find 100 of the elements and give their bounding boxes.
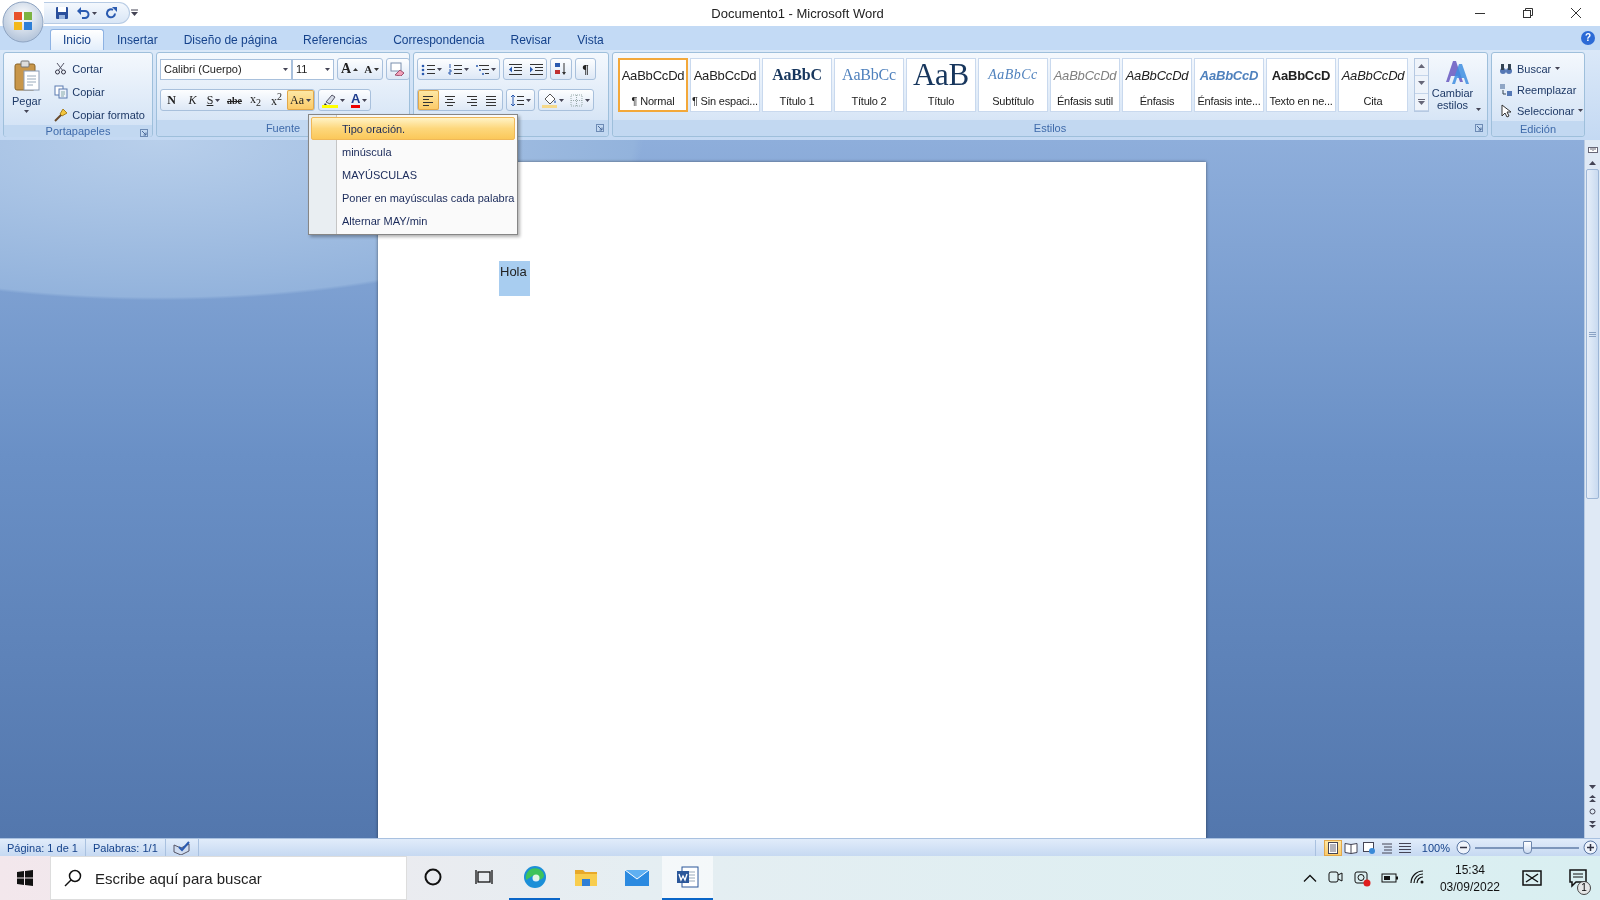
menu-item[interactable]: minúscula: [311, 140, 515, 163]
binoculars-icon: [1499, 61, 1513, 76]
scroll-down-button[interactable]: [1589, 783, 1596, 791]
style-gallery-item[interactable]: AaBbCc Título 2: [834, 58, 904, 112]
style-gallery-item[interactable]: AaBbCcDd ¶ Normal: [618, 58, 688, 112]
menu-item[interactable]: Poner en mayúsculas cada palabra: [311, 186, 515, 209]
redo-button[interactable]: [103, 5, 119, 21]
scissors-icon: [54, 61, 69, 76]
clock-time: 15:34: [1454, 862, 1485, 877]
help-button[interactable]: ?: [1581, 31, 1595, 45]
ribbon-tab[interactable]: Correspondencia: [380, 29, 498, 50]
font-size-field[interactable]: 11: [292, 58, 334, 80]
style-gallery-item[interactable]: AaBbCcDd Énfasis sutil: [1050, 58, 1120, 112]
caret-icon: [340, 98, 345, 102]
zoom-in-button[interactable]: [1583, 840, 1598, 855]
style-gallery-item[interactable]: AaBbCcDd Cita: [1338, 58, 1408, 112]
windows-logo-icon: [17, 870, 33, 886]
format-button[interactable]: K: [182, 90, 203, 110]
clipboard-action[interactable]: Cortar: [50, 58, 149, 79]
notifications-button[interactable]: 1: [1556, 856, 1600, 900]
up-arrow-icon: [1418, 64, 1425, 71]
menu-item[interactable]: Tipo oración.: [311, 117, 515, 140]
show-formatting-button[interactable]: ¶: [575, 58, 596, 80]
shrink-font-button[interactable]: A: [361, 59, 383, 79]
proofing-button[interactable]: [172, 840, 191, 855]
save-icon: [55, 6, 69, 20]
format-button[interactable]: Aa: [287, 90, 314, 110]
menu-item[interactable]: Alternar MAY/min: [311, 209, 515, 232]
document-icon: [674, 864, 701, 890]
copy-icon: [54, 84, 69, 99]
previous-page-button[interactable]: [1589, 793, 1596, 804]
view-button[interactable]: [1323, 839, 1342, 856]
caret-icon: [437, 67, 442, 71]
undo-icon: [76, 6, 90, 20]
scroll-up-button[interactable]: [1589, 159, 1596, 167]
double-down-arrow-icon: [1589, 821, 1596, 828]
save-button[interactable]: [54, 5, 70, 21]
undo-button[interactable]: [75, 5, 98, 21]
caret-icon: [131, 9, 138, 17]
style-gallery-item[interactable]: AaBbCcDd ¶ Sin espaci...: [690, 58, 760, 112]
ribbon-tab[interactable]: Revisar: [497, 29, 565, 50]
format-button[interactable]: N: [161, 90, 182, 110]
document-text: Hola: [499, 261, 530, 296]
ribbon-tab[interactable]: Inicio: [50, 29, 104, 50]
sort-icon: [554, 62, 568, 76]
window-title: Documento1 - Microsoft Word: [710, 5, 885, 21]
editing-action[interactable]: Seleccionar: [1495, 100, 1588, 121]
reading-view-icon: [1343, 840, 1358, 855]
menu-item[interactable]: MAYÚSCULAS: [311, 163, 515, 186]
ribbon-tab[interactable]: Insertar: [104, 29, 171, 50]
grow-font-button[interactable]: A: [338, 59, 362, 79]
circle-icon: [423, 868, 442, 886]
caret-icon: [283, 67, 288, 71]
style-gallery-item[interactable]: AaBbCcD Texto en ne...: [1266, 58, 1336, 112]
browse-object-button[interactable]: [1589, 806, 1596, 817]
change-styles-button[interactable]: Cambiar estilos: [1431, 58, 1481, 120]
taskbar-clock[interactable]: 15:34 03/09/2022: [1431, 856, 1508, 900]
sort-button[interactable]: [550, 58, 572, 80]
font-name-field[interactable]: Calibri (Cuerpo): [160, 58, 292, 80]
ruler-icon: [1587, 145, 1598, 155]
clipboard-action[interactable]: Copiar: [50, 81, 149, 102]
grip-icon: [1589, 331, 1596, 337]
customize-toolbar-button[interactable]: [130, 8, 139, 18]
clipboard-action[interactable]: Copiar formato: [50, 104, 149, 125]
ribbon-tab[interactable]: Diseño de página: [170, 29, 291, 50]
style-gallery-item[interactable]: AaBbCcDd Énfasis: [1122, 58, 1192, 112]
styles-letter-icon: [1443, 58, 1469, 86]
format-button[interactable]: x$_{2}$: [245, 90, 266, 110]
zoom-slider[interactable]: [1475, 840, 1579, 855]
slider-thumb[interactable]: [1523, 840, 1532, 854]
indent-icon: [528, 62, 543, 76]
taskbar-app[interactable]: [662, 856, 713, 900]
style-gallery-item[interactable]: AaBbC Título 1: [762, 58, 832, 112]
paste-button[interactable]: Pegar: [7, 58, 47, 125]
editing-action[interactable]: Buscar: [1495, 58, 1588, 79]
next-page-button[interactable]: [1589, 819, 1596, 830]
format-button[interactable]: abe: [224, 90, 245, 110]
font-color-button[interactable]: A: [348, 90, 371, 110]
line-spacing-button[interactable]: [506, 89, 535, 111]
align-button[interactable]: [418, 90, 439, 110]
caret-icon: [585, 98, 590, 102]
style-gallery-item[interactable]: AaBbCc Subtítulo: [978, 58, 1048, 112]
caret-icon: [92, 11, 97, 15]
style-gallery-item[interactable]: AaB Título: [906, 58, 976, 112]
taskbar-search-field[interactable]: Escribe aquí para buscar: [50, 856, 407, 900]
format-button[interactable]: x$^{2}$: [266, 90, 287, 110]
caret-icon: [362, 98, 368, 102]
style-gallery-item[interactable]: AaBbCcD Énfasis inte...: [1194, 58, 1264, 112]
bulleted-list-icon: [421, 62, 435, 76]
print-view-icon: [1325, 840, 1340, 855]
scrollbar-thumb[interactable]: [1586, 169, 1599, 499]
ribbon-tab[interactable]: Referencias: [290, 29, 381, 50]
dialog-launcher-icon[interactable]: [596, 124, 604, 132]
zoom-out-button[interactable]: [1456, 840, 1471, 855]
editing-action[interactable]: Reemplazar: [1495, 79, 1588, 100]
dialog-launcher-icon[interactable]: [1475, 124, 1483, 132]
ribbon-tab[interactable]: Vista: [564, 29, 617, 50]
clear-format-button[interactable]: [386, 58, 411, 80]
dialog-launcher-icon[interactable]: [140, 129, 148, 137]
format-button[interactable]: S: [203, 90, 224, 110]
